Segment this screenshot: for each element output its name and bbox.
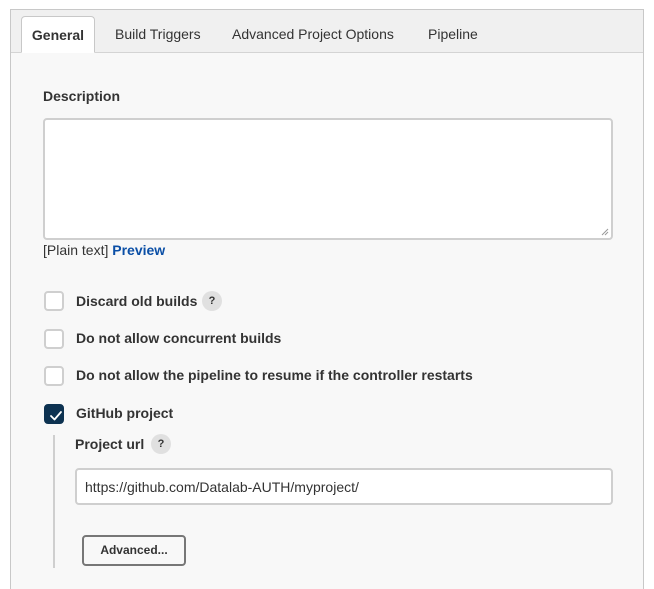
github-project-checkbox[interactable] — [44, 404, 64, 424]
nested-section-rule — [53, 435, 55, 568]
description-label: Description — [43, 88, 121, 104]
tab-bar: General Build Triggers Advanced Project … — [11, 10, 643, 53]
tab-advanced-project-options[interactable]: Advanced Project Options — [232, 16, 394, 53]
no-resume-checkbox[interactable] — [44, 366, 64, 386]
resize-grip-icon[interactable] — [601, 228, 609, 236]
project-url-input[interactable] — [75, 468, 613, 505]
config-panel: General Build Triggers Advanced Project … — [10, 9, 644, 589]
no-concurrent-builds-checkbox[interactable] — [44, 329, 64, 349]
preview-link[interactable]: Preview — [112, 242, 165, 258]
description-textarea[interactable] — [43, 118, 613, 240]
advanced-button[interactable]: Advanced... — [82, 535, 186, 566]
tab-build-triggers[interactable]: Build Triggers — [115, 16, 201, 53]
discard-old-builds-label: Discard old builds — [76, 293, 198, 309]
no-resume-label: Do not allow the pipeline to resume if t… — [76, 367, 473, 383]
discard-old-builds-checkbox[interactable] — [44, 291, 64, 311]
format-prefix: [Plain text] — [43, 242, 109, 258]
no-concurrent-builds-label: Do not allow concurrent builds — [76, 330, 282, 346]
checkmark-icon — [50, 411, 62, 421]
github-project-label: GitHub project — [76, 405, 174, 421]
tab-general[interactable]: General — [21, 16, 95, 53]
description-format-line: [Plain text] Preview — [43, 242, 165, 258]
help-icon[interactable]: ? — [151, 434, 171, 454]
tab-pipeline[interactable]: Pipeline — [428, 16, 478, 53]
help-icon[interactable]: ? — [202, 291, 222, 311]
project-url-label: Project url — [75, 436, 145, 452]
